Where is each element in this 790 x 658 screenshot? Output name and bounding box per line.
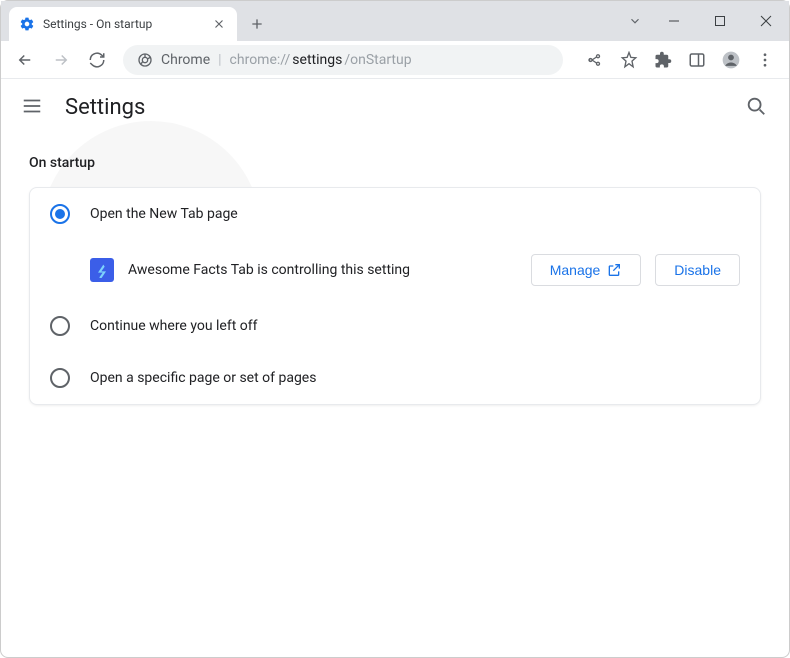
browser-tab[interactable]: Settings - On startup [9,7,237,41]
page-header: Settings [1,79,789,135]
extensions-button[interactable] [647,44,679,76]
radio-option-specific-page[interactable]: Open a specific page or set of pages [30,352,760,404]
search-icon[interactable] [745,95,769,119]
radio-icon[interactable] [50,316,70,336]
back-button[interactable] [9,44,41,76]
radio-label: Continue where you left off [90,318,258,334]
address-bar[interactable]: Chrome | chrome://settings/onStartup [123,45,563,75]
omnibox-text: Chrome | chrome://settings/onStartup [161,52,412,68]
section-title: On startup [29,155,761,171]
forward-button[interactable] [45,44,77,76]
side-panel-button[interactable] [681,44,713,76]
close-tab-icon[interactable] [211,16,227,32]
radio-icon[interactable] [50,204,70,224]
profile-button[interactable] [715,44,747,76]
tab-title: Settings - On startup [43,17,203,31]
radio-icon[interactable] [50,368,70,388]
gear-icon [19,16,35,32]
share-button[interactable] [579,44,611,76]
startup-card: Open the New Tab page Awesome Facts Tab … [29,187,761,405]
bookmark-button[interactable] [613,44,645,76]
controlled-text: Awesome Facts Tab is controlling this se… [128,262,517,278]
minimize-button[interactable] [651,1,697,41]
page-content: Settings On startup Open the New Tab pag… [1,79,789,425]
close-window-button[interactable] [743,1,789,41]
new-tab-button[interactable] [243,10,271,38]
chrome-icon [137,52,153,68]
reload-button[interactable] [81,44,113,76]
menu-button[interactable] [749,44,781,76]
radio-option-continue[interactable]: Continue where you left off [30,300,760,352]
open-external-icon [606,262,622,278]
hamburger-icon[interactable] [21,95,45,119]
maximize-button[interactable] [697,1,743,41]
manage-button[interactable]: Manage [531,254,642,286]
disable-button[interactable]: Disable [655,254,740,286]
radio-label: Open the New Tab page [90,206,238,222]
window-title-bar: Settings - On startup [1,1,789,41]
tab-search-button[interactable] [619,14,651,28]
toolbar: Chrome | chrome://settings/onStartup [1,41,789,79]
radio-label: Open a specific page or set of pages [90,370,316,386]
controlled-by-extension-row: Awesome Facts Tab is controlling this se… [30,240,760,300]
radio-option-new-tab[interactable]: Open the New Tab page [30,188,760,240]
page-title: Settings [65,95,145,120]
extension-icon [90,258,114,282]
